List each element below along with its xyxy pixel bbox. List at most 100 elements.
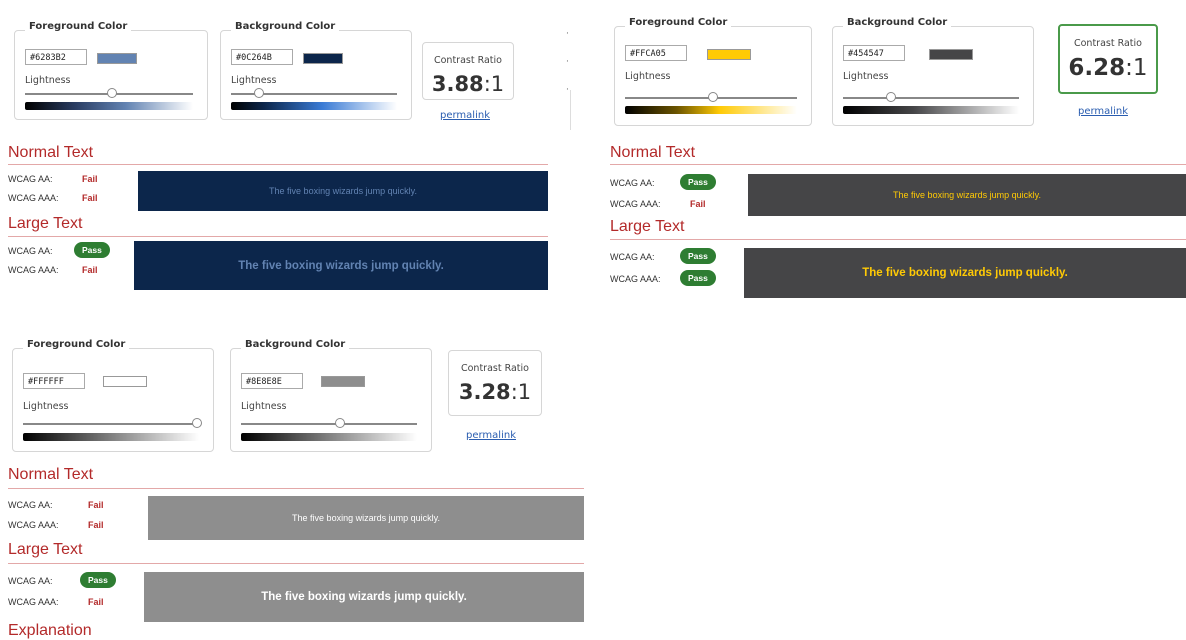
large-text-sample: The five boxing wizards jump quickly. xyxy=(144,572,584,622)
normal-text-heading: Normal Text xyxy=(610,144,696,161)
background-swatch[interactable] xyxy=(303,53,343,64)
slider-thumb[interactable] xyxy=(885,92,896,102)
permalink-link[interactable]: permalink xyxy=(1078,106,1128,117)
background-color-label: Background Color xyxy=(843,17,952,28)
normal-text-heading: Normal Text xyxy=(8,466,94,483)
permalink-link[interactable]: permalink xyxy=(440,110,490,121)
contrast-ratio-label: Contrast Ratio xyxy=(1073,38,1142,49)
wcag-aa-label: WCAG AA: xyxy=(8,174,53,184)
background-color-label: Background Color xyxy=(241,339,350,350)
background-swatch[interactable] xyxy=(929,49,973,60)
normal-text-sample: The five boxing wizards jump quickly. xyxy=(748,174,1186,216)
large-text-heading: Large Text xyxy=(8,215,83,232)
heading-divider xyxy=(8,236,548,237)
wcag-aa-label: WCAG AA: xyxy=(610,252,655,262)
wcag-aaa-label: WCAG AAA: xyxy=(610,274,661,284)
contrast-checker-panel-2: Foreground Color #FFCA05 Lightness Backg… xyxy=(610,17,1186,306)
foreground-color-group: Foreground Color #FFCA05 Lightness xyxy=(614,17,812,126)
contrast-ratio-label: Contrast Ratio xyxy=(460,363,529,374)
large-aa-status-badge: Pass xyxy=(74,242,110,258)
slider-thumb[interactable] xyxy=(192,418,203,428)
ratio-suffix: :1 xyxy=(510,380,532,404)
wcag-aa-label: WCAG AA: xyxy=(8,500,53,510)
ratio-suffix: :1 xyxy=(483,72,505,96)
foreground-hex-input[interactable]: #FFCA05 xyxy=(625,45,687,61)
slider-thumb[interactable] xyxy=(254,88,265,98)
contrast-ratio-value: 3.28:1 xyxy=(449,380,541,404)
foreground-lightness-slider[interactable] xyxy=(25,88,193,98)
slider-thumb[interactable] xyxy=(707,92,718,102)
normal-text-sample: The five boxing wizards jump quickly. xyxy=(138,171,548,211)
foreground-swatch[interactable] xyxy=(97,53,137,64)
contrast-ratio-box: Contrast Ratio 3.88:1 xyxy=(422,42,514,100)
background-hex-input[interactable]: #0C264B xyxy=(231,49,293,65)
foreground-hex-input[interactable]: #6283B2 xyxy=(25,49,87,65)
lightness-label: Lightness xyxy=(241,401,287,412)
foreground-lightness-slider[interactable] xyxy=(625,92,797,102)
large-text-sample: The five boxing wizards jump quickly. xyxy=(744,248,1186,298)
wcag-aa-label: WCAG AA: xyxy=(8,246,53,256)
large-text-sample: The five boxing wizards jump quickly. xyxy=(134,241,548,290)
wcag-aa-label: WCAG AA: xyxy=(610,178,655,188)
contrast-ratio-box: Contrast Ratio 6.28:1 xyxy=(1058,24,1158,94)
normal-aaa-status-badge: Fail xyxy=(82,193,98,203)
foreground-lightness-gradient xyxy=(23,433,199,441)
foreground-color-group: Foreground Color #FFFFFF Lightness xyxy=(12,339,214,452)
contrast-ratio-box: Contrast Ratio 3.28:1 xyxy=(448,350,542,416)
contrast-checker-panel-3: Foreground Color #FFFFFF Lightness Backg… xyxy=(8,339,584,639)
normal-aa-status-badge: Pass xyxy=(680,174,716,190)
normal-text-sample: The five boxing wizards jump quickly. xyxy=(148,496,584,540)
large-text-heading: Large Text xyxy=(8,541,83,558)
large-aa-status-badge: Pass xyxy=(80,572,116,588)
normal-text-heading: Normal Text xyxy=(8,144,94,161)
large-aaa-status-badge: Pass xyxy=(680,270,716,286)
foreground-lightness-slider[interactable] xyxy=(23,418,203,428)
permalink-link[interactable]: permalink xyxy=(466,430,516,441)
background-color-group: Background Color #8E8E8E Lightness xyxy=(230,339,432,452)
ratio-suffix: :1 xyxy=(1125,55,1148,81)
background-hex-input[interactable]: #8E8E8E xyxy=(241,373,303,389)
foreground-color-label: Foreground Color xyxy=(625,17,732,28)
background-lightness-gradient xyxy=(231,102,397,110)
background-lightness-slider[interactable] xyxy=(843,92,1019,102)
large-aaa-status-badge: Fail xyxy=(82,265,98,275)
wcag-aa-label: WCAG AA: xyxy=(8,576,53,586)
contrast-ratio-value: 6.28:1 xyxy=(1060,55,1156,81)
background-swatch[interactable] xyxy=(321,376,365,387)
normal-aa-status-badge: Fail xyxy=(88,500,104,510)
heading-divider xyxy=(8,488,584,489)
ratio-number: 6.28 xyxy=(1068,55,1126,81)
panel-separator-line xyxy=(570,90,571,130)
heading-divider xyxy=(610,164,1186,165)
slider-thumb[interactable] xyxy=(107,88,118,98)
large-aaa-status-badge: Fail xyxy=(88,597,104,607)
large-aa-status-badge: Pass xyxy=(680,248,716,264)
background-hex-input[interactable]: #454547 xyxy=(843,45,905,61)
foreground-lightness-gradient xyxy=(625,106,797,114)
explanation-heading: Explanation xyxy=(8,622,92,639)
heading-divider xyxy=(610,239,1186,240)
background-lightness-gradient xyxy=(843,106,1019,114)
panel-separator: · · · xyxy=(566,29,569,95)
ratio-number: 3.28 xyxy=(458,380,511,404)
contrast-ratio-label: Contrast Ratio xyxy=(433,55,502,66)
background-color-group: Background Color #0C264B Lightness xyxy=(220,21,412,120)
foreground-hex-input[interactable]: #FFFFFF xyxy=(23,373,85,389)
wcag-aaa-label: WCAG AAA: xyxy=(8,520,59,530)
background-lightness-slider[interactable] xyxy=(241,418,417,428)
foreground-color-group: Foreground Color #6283B2 Lightness xyxy=(14,21,208,120)
contrast-ratio-value: 3.88:1 xyxy=(423,72,513,96)
background-color-label: Background Color xyxy=(231,21,340,32)
wcag-aaa-label: WCAG AAA: xyxy=(610,199,661,209)
foreground-swatch[interactable] xyxy=(103,376,147,387)
background-color-group: Background Color #454547 Lightness xyxy=(832,17,1034,126)
wcag-aaa-label: WCAG AAA: xyxy=(8,193,59,203)
contrast-checker-panel-1: Foreground Color #6283B2 Lightness Backg… xyxy=(8,21,548,300)
foreground-swatch[interactable] xyxy=(707,49,751,60)
lightness-label: Lightness xyxy=(625,71,671,82)
lightness-label: Lightness xyxy=(231,75,277,86)
normal-aaa-status-badge: Fail xyxy=(690,199,706,209)
lightness-label: Lightness xyxy=(25,75,71,86)
slider-thumb[interactable] xyxy=(334,418,345,428)
background-lightness-slider[interactable] xyxy=(231,88,397,98)
